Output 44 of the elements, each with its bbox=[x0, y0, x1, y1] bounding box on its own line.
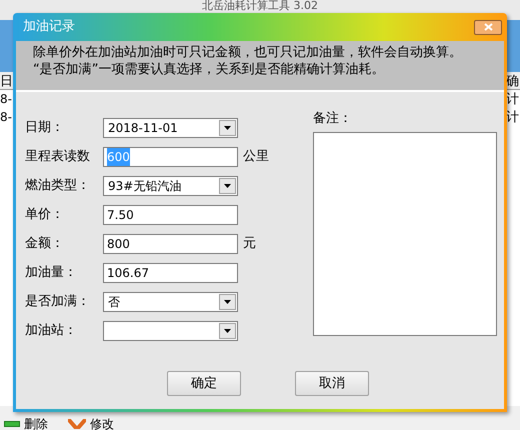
dropdown-button[interactable] bbox=[219, 120, 236, 136]
field-label: 燃油类型： bbox=[25, 176, 91, 195]
field-label: 加油量： bbox=[25, 264, 78, 282]
info-text: “是否加满”一项需要认真选择，关系到是否能精确计算油耗。 bbox=[33, 61, 386, 78]
bar-icon bbox=[4, 421, 20, 427]
dropdown-button[interactable] bbox=[219, 294, 236, 310]
table-cell-text: 计 bbox=[506, 109, 520, 126]
dropdown-button[interactable] bbox=[219, 178, 236, 194]
dialog-title: 加油记录 bbox=[23, 18, 75, 36]
table-cell-text: 8- bbox=[0, 109, 13, 126]
caret-icon bbox=[224, 184, 231, 188]
input-field[interactable]: 7.50 bbox=[103, 204, 238, 224]
caret-icon bbox=[224, 300, 231, 304]
memo-label: 备注： bbox=[313, 110, 353, 128]
field-label: 是否加满： bbox=[25, 292, 91, 311]
table-cell-text: 8- bbox=[0, 91, 13, 108]
dropdown-field[interactable] bbox=[103, 320, 238, 340]
dropdown-field[interactable]: 2018-11-01 bbox=[103, 118, 238, 138]
field-label: 金额： bbox=[25, 234, 65, 253]
table-header: 日 bbox=[0, 72, 14, 90]
app-title: 北岳油耗计算工具 3.02 bbox=[202, 0, 318, 12]
toolbar-button[interactable]: 删除 bbox=[4, 418, 48, 430]
unit-label: 元 bbox=[243, 234, 256, 253]
input-field[interactable]: 800 bbox=[103, 234, 238, 254]
dropdown-field[interactable]: 93#无铅汽油 bbox=[103, 176, 238, 196]
caret-icon bbox=[224, 328, 231, 332]
close-icon bbox=[484, 23, 492, 31]
table-header: 确 bbox=[506, 72, 520, 90]
input-field[interactable]: 106.67 bbox=[103, 262, 238, 282]
field-label: 加油站： bbox=[25, 322, 78, 340]
memo-field[interactable] bbox=[313, 132, 497, 336]
dialog-button[interactable]: 确定 bbox=[167, 371, 241, 396]
caret-icon bbox=[224, 126, 231, 130]
field-label: 里程表读数 bbox=[25, 148, 91, 166]
info-text: 除单价外在加油站加油时可只记金额，也可只记加油量，软件会自动换算。 bbox=[33, 44, 463, 61]
field-label: 日期： bbox=[25, 118, 65, 137]
dropdown-button[interactable] bbox=[219, 322, 236, 338]
dropdown-field[interactable]: 否 bbox=[103, 292, 238, 312]
table-cell-text: 计 bbox=[506, 91, 520, 108]
toolbar-button[interactable]: 修改 bbox=[68, 418, 114, 430]
close-button[interactable] bbox=[474, 20, 502, 34]
field-label: 单价： bbox=[25, 206, 65, 224]
dialog-button[interactable]: 取消 bbox=[295, 371, 369, 396]
unit-label: 公里 bbox=[243, 148, 269, 166]
